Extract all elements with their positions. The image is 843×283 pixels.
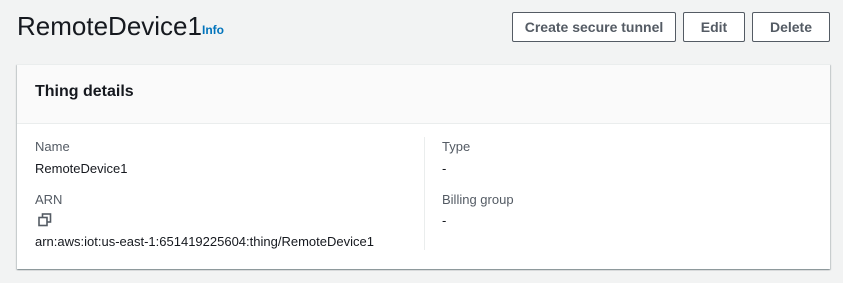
- arn-value: arn:aws:iot:us-east-1:651419225604:thing…: [35, 234, 374, 249]
- billing-group-value: -: [442, 213, 447, 228]
- info-link[interactable]: Info: [202, 23, 224, 37]
- type-label: Type: [442, 139, 471, 154]
- create-secure-tunnel-button[interactable]: Create secure tunnel: [512, 12, 676, 42]
- name-value: RemoteDevice1: [35, 161, 128, 176]
- type-value: -: [442, 161, 447, 176]
- page-header: RemoteDevice1 Info Create secure tunnel …: [17, 10, 830, 44]
- billing-group-label: Billing group: [442, 192, 514, 207]
- edit-button[interactable]: Edit: [683, 12, 745, 42]
- copy-icon[interactable]: [38, 213, 52, 227]
- column-divider: [424, 137, 425, 250]
- thing-details-panel: Thing details Name RemoteDevice1 ARN arn…: [17, 64, 830, 269]
- delete-button[interactable]: Delete: [752, 12, 830, 42]
- page-title: RemoteDevice1: [17, 11, 202, 41]
- arn-label: ARN: [35, 192, 63, 207]
- panel-title: Thing details: [35, 83, 134, 100]
- name-label: Name: [35, 139, 70, 154]
- panel-header: Thing details: [17, 65, 830, 124]
